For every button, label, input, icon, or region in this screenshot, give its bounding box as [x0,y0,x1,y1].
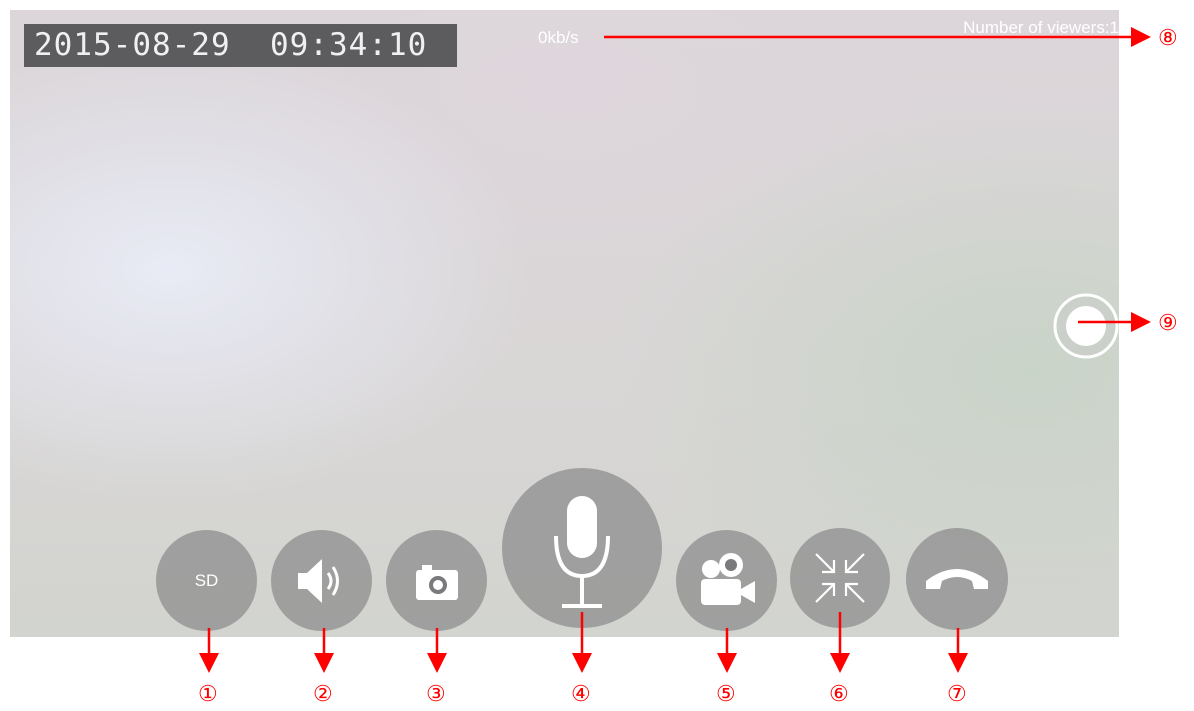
marker-2: ② [313,682,333,707]
marker-9: ⑨ [1158,311,1178,336]
annotation-arrows [199,27,1151,673]
marker-5: ⑤ [716,682,736,707]
marker-8: ⑧ [1158,26,1178,51]
marker-6: ⑥ [829,682,849,707]
marker-3: ③ [426,682,446,707]
marker-4: ④ [571,682,591,707]
marker-1: ① [198,682,218,707]
marker-7: ⑦ [947,682,967,707]
